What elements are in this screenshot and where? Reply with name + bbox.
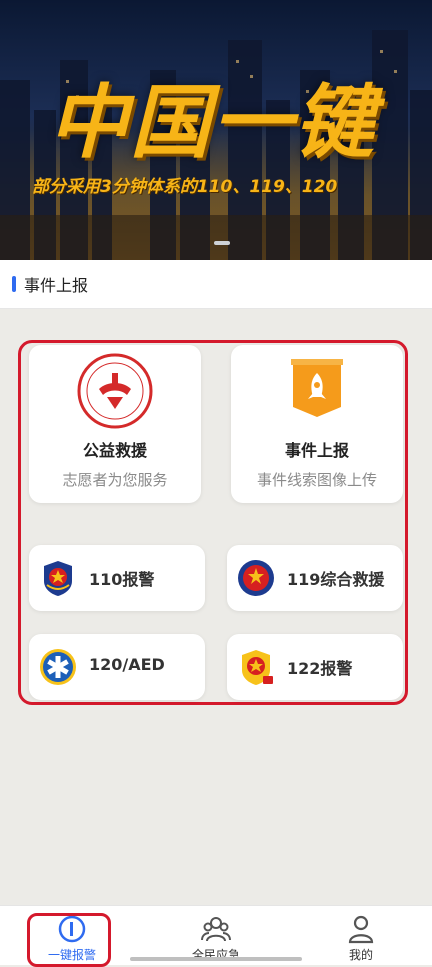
police-110-card[interactable]: 110报警 — [29, 545, 205, 611]
card-title: 120/AED — [89, 655, 165, 674]
event-report-card[interactable]: 事件上报 事件线索图像上传 — [231, 345, 403, 503]
banner-carousel[interactable]: 中国一键 部分采用3分钟体系的110、119、120 — [0, 0, 432, 260]
traffic-police-emblem-icon — [242, 650, 273, 685]
card-title: 122报警 — [287, 659, 353, 678]
fire-rescue-emblem-icon — [238, 560, 274, 596]
carousel-indicator[interactable] — [214, 241, 230, 245]
section-title: 事件上报 — [24, 276, 89, 295]
volunteer-rescue-card[interactable]: 公益救援 志愿者为您服务 — [29, 345, 201, 503]
fire-119-card[interactable]: 119综合救援 — [227, 545, 403, 611]
card-title: 119综合救援 — [287, 570, 385, 589]
nav-highlight-outline — [27, 913, 111, 967]
home-indicator — [130, 957, 302, 961]
people-group-icon — [201, 917, 231, 942]
medical-120-card[interactable]: 120/AED — [29, 634, 205, 700]
traffic-122-card[interactable]: 122报警 — [227, 634, 403, 700]
section-header: 事件上报 — [0, 260, 432, 309]
user-profile-icon — [348, 915, 374, 944]
bottom-navigation: 一键报警 全民应急 我的 — [0, 905, 432, 967]
nav-label: 我的 — [348, 948, 373, 962]
banner-title: 中国一键 — [48, 76, 376, 169]
nav-tab-mine[interactable]: 我的 — [311, 906, 411, 965]
volunteer-badge-icon — [77, 353, 153, 429]
card-title: 公益救援 — [82, 441, 147, 460]
card-title: 事件上报 — [284, 441, 349, 460]
card-description: 事件线索图像上传 — [256, 471, 377, 489]
medical-star-of-life-icon — [40, 649, 76, 685]
rocket-ribbon-icon — [291, 359, 343, 417]
section-accent-bar — [12, 276, 16, 292]
police-emblem-icon — [44, 561, 72, 596]
banner-subtitle: 部分采用3分钟体系的110、119、120 — [32, 177, 338, 197]
card-title: 110报警 — [89, 570, 155, 589]
card-description: 志愿者为您服务 — [62, 471, 168, 489]
